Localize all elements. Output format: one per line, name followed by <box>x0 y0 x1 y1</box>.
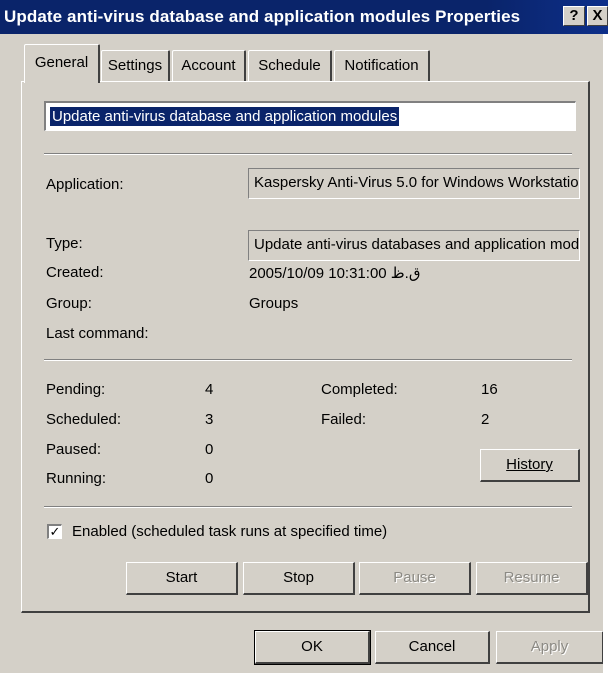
tab-schedule[interactable]: Schedule <box>248 50 332 81</box>
task-name-field[interactable]: Update anti-virus database and applicati… <box>44 101 576 131</box>
help-button[interactable]: ? <box>563 6 585 26</box>
running-value: 0 <box>205 470 214 487</box>
application-label: Application: <box>46 176 124 193</box>
enabled-checkbox[interactable]: ✓ <box>47 524 62 539</box>
created-value: 2005/10/09 10:31:00 ق.ظ <box>249 265 421 282</box>
scheduled-value: 3 <box>205 411 214 428</box>
group-label: Group: <box>46 295 92 312</box>
resume-button[interactable]: Resume <box>476 562 588 595</box>
type-label: Type: <box>46 235 83 252</box>
close-button[interactable]: X <box>587 6 608 26</box>
tab-notification[interactable]: Notification <box>334 50 430 81</box>
tab-account[interactable]: Account <box>172 50 246 81</box>
history-button[interactable]: History <box>480 449 580 482</box>
created-label: Created: <box>46 264 104 281</box>
application-field: Kaspersky Anti-Virus 5.0 for Windows Wor… <box>248 168 580 199</box>
stop-button[interactable]: Stop <box>243 562 355 595</box>
last-command-label: Last command: <box>46 325 149 342</box>
separator <box>44 359 572 361</box>
failed-value: 2 <box>481 411 490 428</box>
scheduled-label: Scheduled: <box>46 411 122 428</box>
apply-button[interactable]: Apply <box>496 631 604 664</box>
paused-label: Paused: <box>46 441 102 458</box>
pending-label: Pending: <box>46 381 106 398</box>
pending-value: 4 <box>205 381 214 398</box>
enabled-label: Enabled (scheduled task runs at specifie… <box>72 523 388 540</box>
window-title: Update anti-virus database and applicati… <box>4 7 521 26</box>
separator <box>44 506 572 508</box>
window-edge <box>603 34 608 673</box>
group-value: Groups <box>249 295 299 312</box>
pause-button[interactable]: Pause <box>359 562 471 595</box>
failed-label: Failed: <box>321 411 367 428</box>
properties-dialog: Update anti-virus database and applicati… <box>0 0 608 673</box>
tab-general[interactable]: General <box>24 44 100 83</box>
checkmark-icon: ✓ <box>49 524 61 539</box>
completed-value: 16 <box>481 381 498 398</box>
completed-label: Completed: <box>321 381 398 398</box>
cancel-button[interactable]: Cancel <box>375 631 490 664</box>
paused-value: 0 <box>205 441 214 458</box>
start-button[interactable]: Start <box>126 562 238 595</box>
type-field: Update anti-virus databases and applicat… <box>248 230 580 261</box>
running-label: Running: <box>46 470 107 487</box>
separator <box>44 153 572 155</box>
task-name-text: Update anti-virus database and applicati… <box>50 107 400 126</box>
tab-settings[interactable]: Settings <box>101 50 170 81</box>
ok-button[interactable]: OK <box>254 630 371 665</box>
title-bar[interactable]: Update anti-virus database and applicati… <box>0 0 608 34</box>
